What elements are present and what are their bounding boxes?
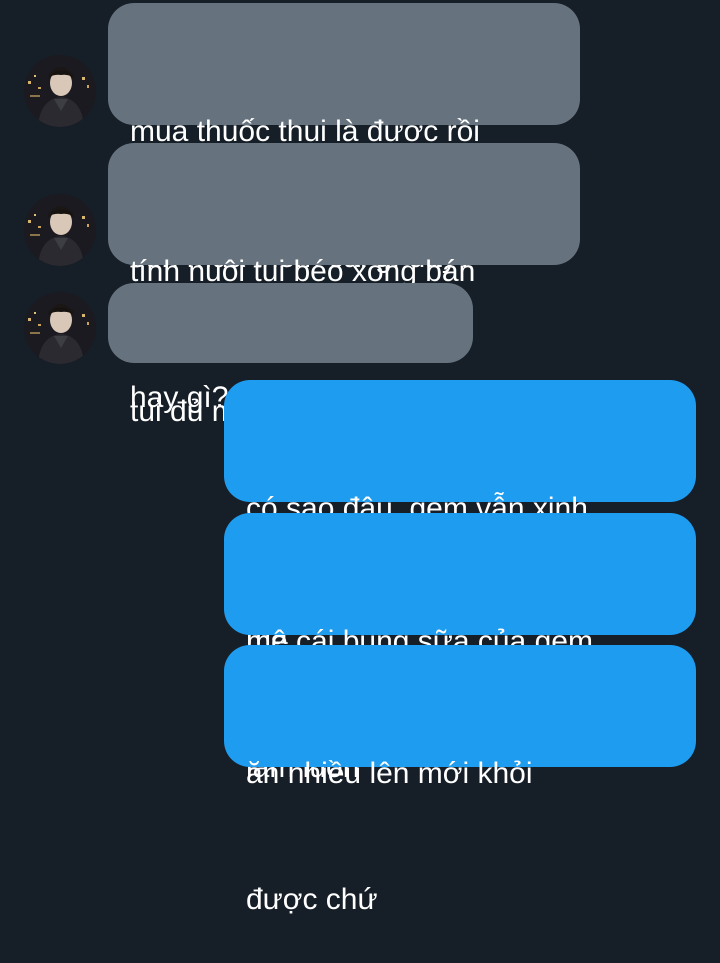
outgoing-message-bubble[interactable]: có sao đâu, gem vẫn xinh mà: [224, 380, 696, 651]
contact-avatar[interactable]: [24, 194, 96, 266]
avatar-photo-icon: [24, 292, 96, 364]
contact-avatar[interactable]: [24, 55, 96, 127]
outgoing-message-bubble[interactable]: mê cái bụng sữa của gem lắm luôn: [224, 513, 696, 784]
outgoing-message-bubble[interactable]: ăn nhiều lên mới khỏi được chứ: [224, 645, 696, 916]
incoming-message-bubble[interactable]: mua thuốc thui là được rồi còn mua thêm …: [108, 3, 580, 274]
incoming-message-bubble[interactable]: tính nuôi tui béo xong bán hay gì?: [108, 143, 580, 414]
incoming-message-bubble[interactable]: tui đủ mũm mĩm ròii: [108, 283, 473, 428]
avatar-photo-icon: [24, 194, 96, 266]
contact-avatar[interactable]: [24, 292, 96, 364]
message-text-line: ăn nhiều lên mới khỏi: [246, 757, 533, 790]
avatar-photo-icon: [24, 55, 96, 127]
message-text-line: được chứ: [246, 883, 378, 916]
chat-screen: { "conversation": { "messages": [ { "dir…: [0, 0, 720, 916]
